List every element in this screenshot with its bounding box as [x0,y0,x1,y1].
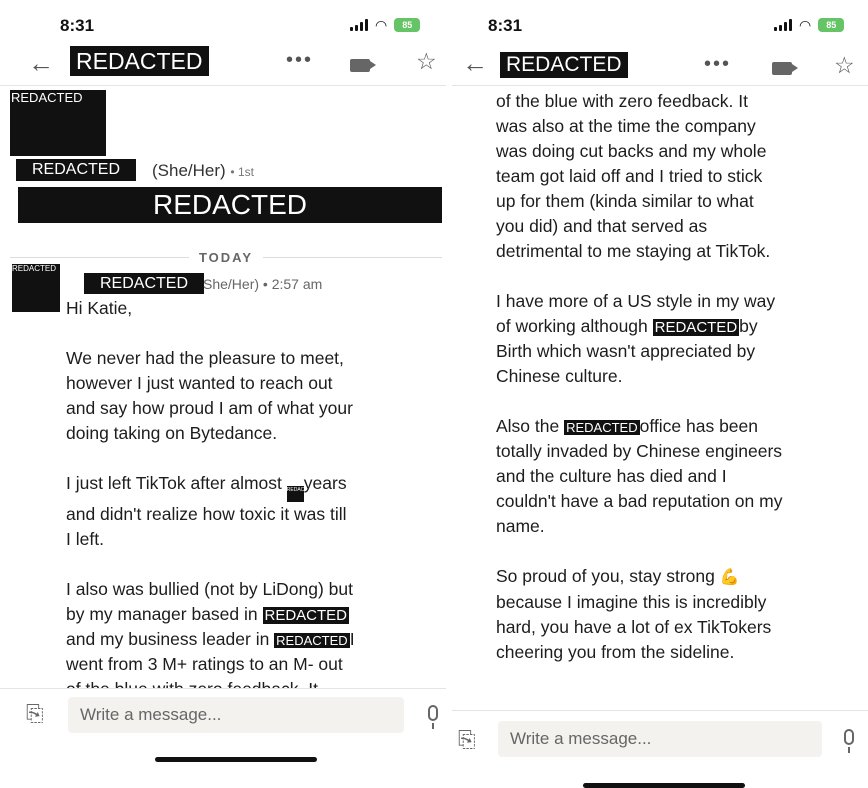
conversation-title: REDACTED [500,52,628,78]
home-indicator [155,757,317,762]
system-icons: ◠ 85 [350,17,421,33]
message-line: name. [496,516,545,536]
redaction: REDACTED [286,486,314,502]
message-line: up for them (kinda similar to what [496,191,754,211]
message-line: doing taking on Bytedance. [66,423,278,443]
message-line: you did) and that served as [496,216,708,236]
message-line: because I imagine this is incredibly [496,592,767,612]
message-line: by my manager based in REDACTED [66,604,350,624]
message-line: We never had the pleasure to meet, [66,348,344,368]
profile-headline: REDACTED [18,187,442,223]
microphone-icon[interactable] [844,729,854,753]
signal-icon [774,19,792,31]
redaction: REDACTED [274,633,350,648]
right-phone-screenshot: 8:31 ◠ 85 ← REDACTED ••• ☆ of the blue w… [452,0,868,788]
conversation-header: ← REDACTED ••• ☆ [452,46,868,86]
message-line: So proud of you, stay strong 💪 [496,564,782,590]
message-composer: ⎘ Write a message... [0,688,446,788]
message-line: Chinese culture. [496,366,623,386]
status-bar: 8:31 ◠ 85 [0,16,446,40]
message-line: I just left TikTok after almost REDACTED… [66,471,355,502]
redaction: REDACTED [652,319,740,336]
wifi-icon: ◠ [799,17,812,33]
message-line: Birth which wasn't appreciated by [496,341,756,361]
message-line: was doing cut backs and my whole [496,141,767,161]
greeting: Hi Katie, [66,298,133,318]
message-line: team got laid off and I tried to stick [496,166,763,186]
message-line: cheering you from the sideline. [496,642,735,662]
battery-icon: 85 [818,18,845,32]
flexed-biceps-emoji-icon: 💪 [719,569,740,586]
pronouns-text: (She/Her) [152,161,226,180]
message-body: of the blue with zero feedback. It was a… [496,89,782,665]
video-call-icon[interactable] [350,59,376,72]
more-options-icon[interactable]: ••• [286,50,313,70]
wifi-icon: ◠ [375,17,388,33]
sender-name[interactable]: REDACTED [84,273,205,294]
message-line: I also was bullied (not by LiDong) but [66,579,353,599]
video-call-icon[interactable] [772,62,798,75]
conversation-header: ← REDACTED ••• ☆ [0,46,446,86]
status-bar: 8:31 ◠ 85 [452,16,868,40]
message-input[interactable]: Write a message... [68,697,404,733]
message-line: and didn't realize how toxic it was till [66,504,347,524]
message-composer: ⎘ Write a message... [452,710,868,788]
back-arrow-icon[interactable]: ← [462,50,488,76]
star-icon[interactable]: ☆ [834,52,855,78]
microphone-icon[interactable] [428,705,438,729]
message-input[interactable]: Write a message... [498,721,822,757]
day-divider: TODAY [10,250,443,265]
message-line: of the blue with zero feedback. It [496,91,748,111]
status-time: 8:31 [488,16,523,35]
message-body: Hi Katie, We never had the pleasure to m… [66,296,355,702]
back-arrow-icon[interactable]: ← [28,50,54,76]
message-line: and my business leader in REDACTED I [66,629,355,649]
message-line: detrimental to me staying at TikTok. [496,241,771,261]
message-line: I left. [66,529,104,549]
home-indicator [583,783,745,788]
day-divider-label: TODAY [198,250,254,265]
message-line: and say how proud I am of what your [66,398,353,418]
redaction: REDACTED [564,420,640,435]
profile-pronouns: (She/Her) • 1st [152,161,254,181]
message-line: I have more of a US style in my way [496,291,776,311]
status-time: 8:31 [60,16,95,35]
left-phone-screenshot: 8:31 ◠ 85 ← REDACTED ••• ☆ REDACTED REDA… [0,0,446,788]
paperclip-icon[interactable]: ⎘ [26,701,44,727]
message-line: Also the REDACTED office has been [496,416,759,436]
paperclip-icon[interactable]: ⎘ [458,727,476,753]
conversation-title: REDACTED [70,46,209,76]
connection-degree: • 1st [230,165,254,179]
message-line: totally invaded by Chinese engineers [496,441,783,461]
battery-icon: 85 [394,18,421,32]
signal-icon [350,19,368,31]
message-line: and the culture has died and I [496,466,727,486]
message-meta: She/Her) • 2:57 am [203,276,323,292]
message-line: went from 3 M+ ratings to an M- out [66,654,343,674]
message-line: was also at the time the company [496,116,756,136]
sender-avatar[interactable]: REDACTED [12,264,60,312]
profile-name[interactable]: REDACTED [16,159,137,181]
profile-photo[interactable]: REDACTED [10,90,106,156]
message-line: however I just wanted to reach out [66,373,333,393]
system-icons: ◠ 85 [774,17,845,33]
redaction: REDACTED [262,607,350,624]
more-options-icon[interactable]: ••• [704,54,731,74]
message-line: hard, you have a lot of ex TikTokers [496,617,772,637]
star-icon[interactable]: ☆ [416,48,437,74]
message-line: couldn't have a bad reputation on my [496,491,783,511]
message-line: of working although REDACTED by [496,316,758,336]
